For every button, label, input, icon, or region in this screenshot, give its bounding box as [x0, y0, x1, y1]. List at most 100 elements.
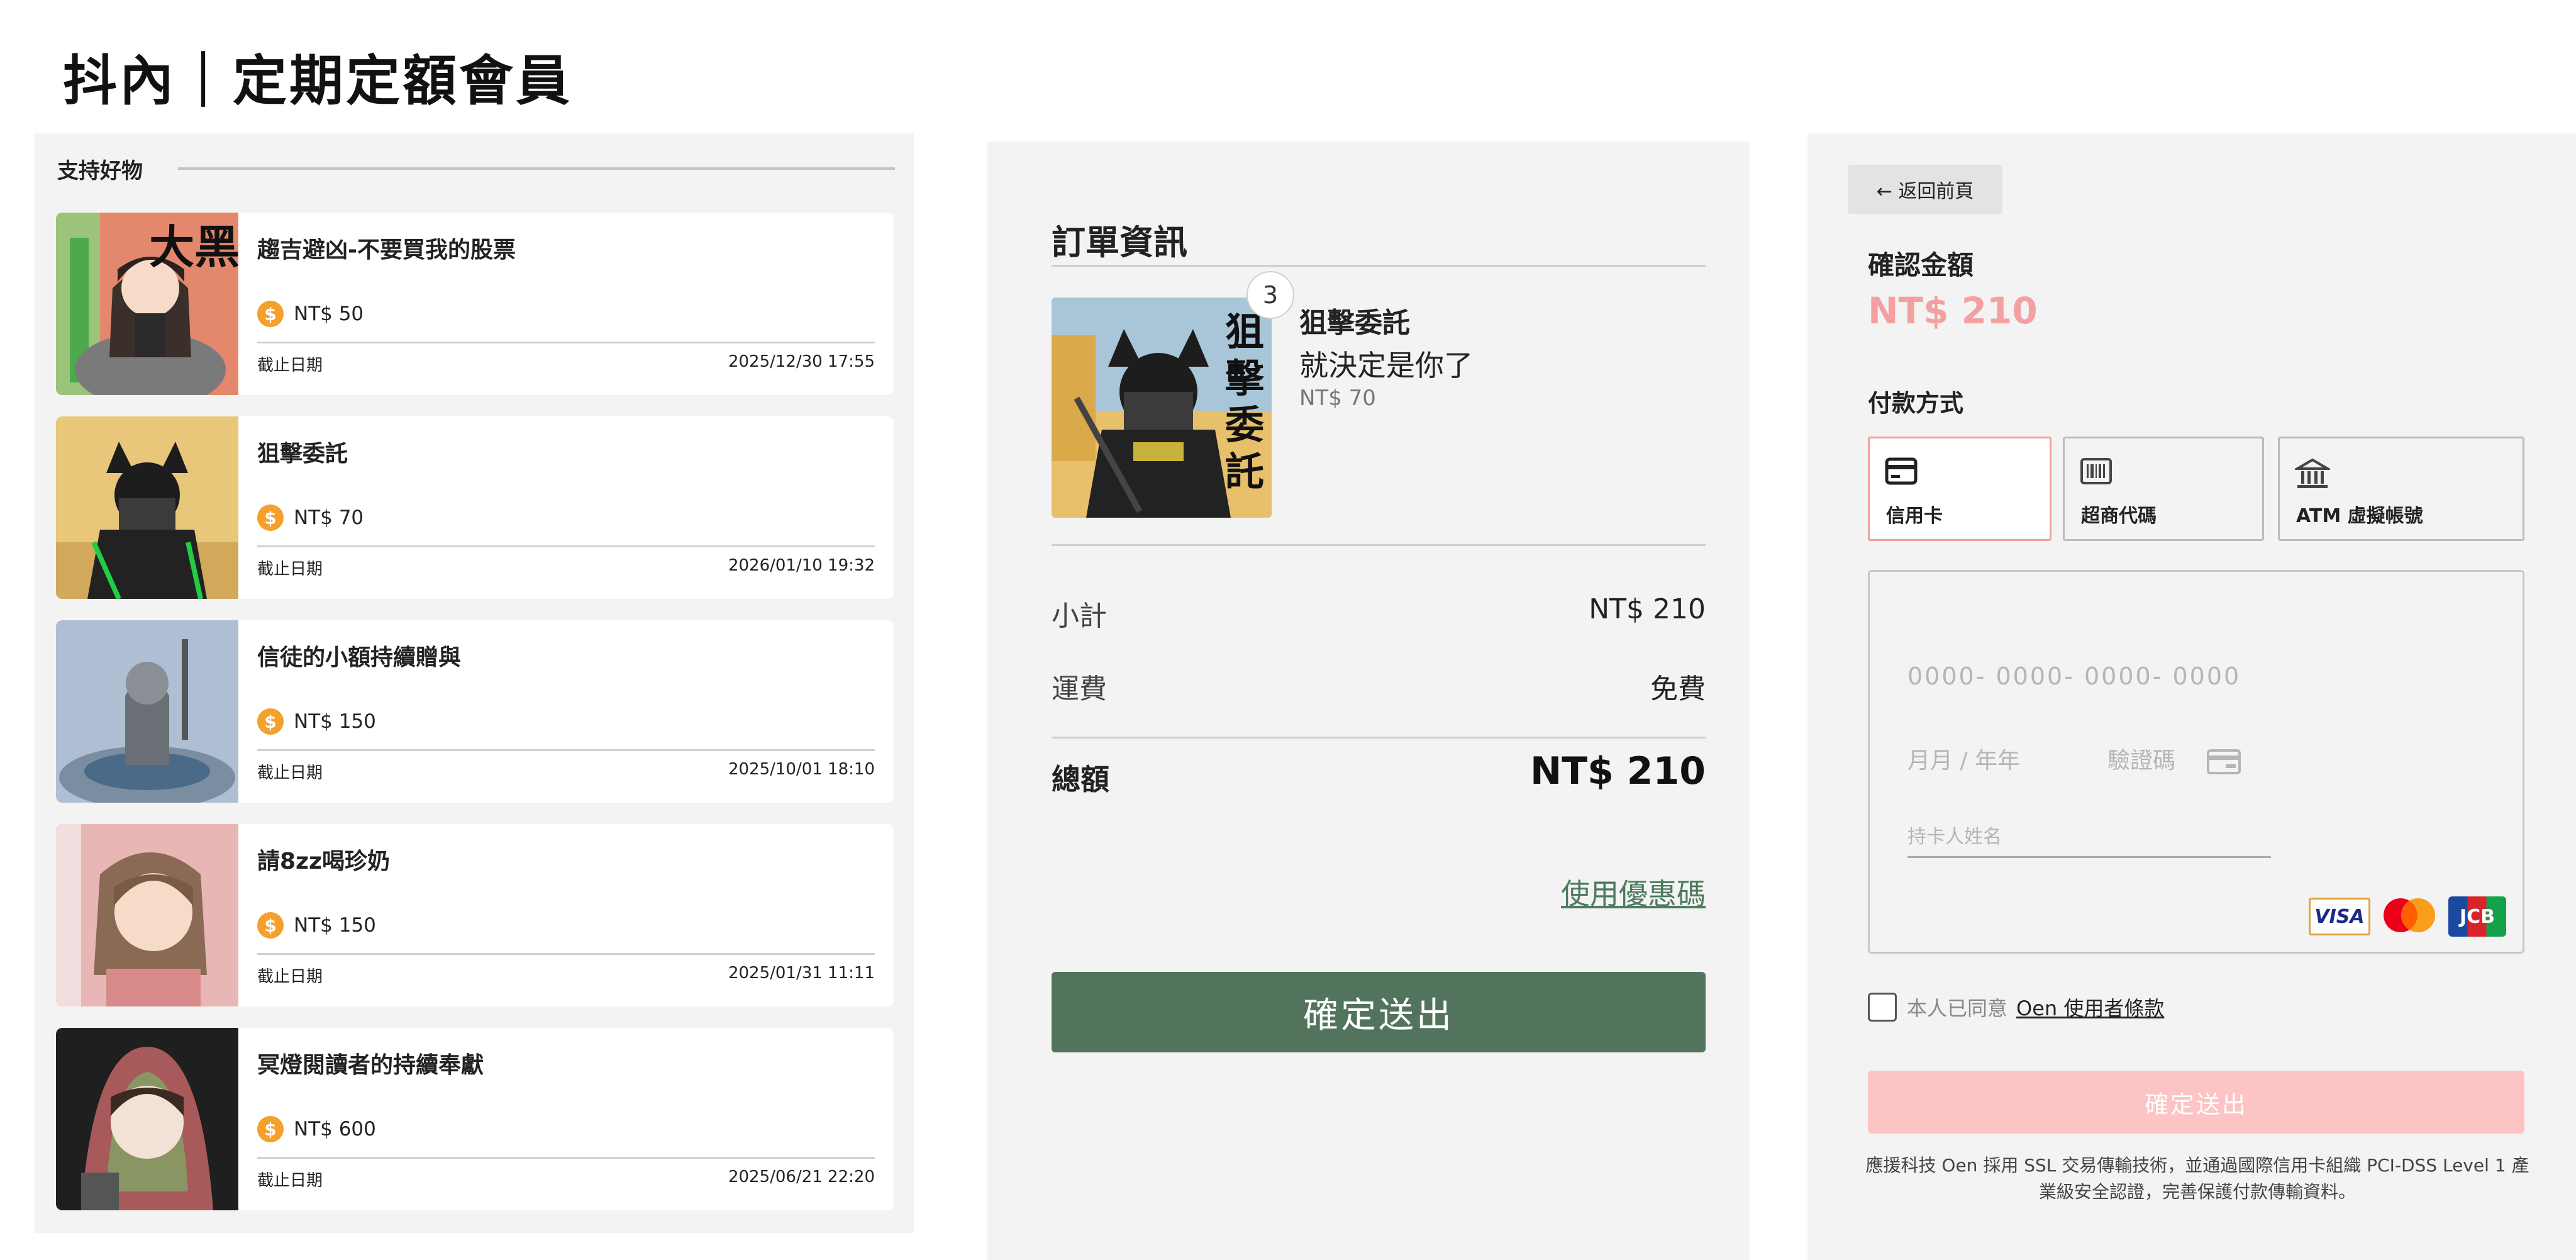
product-thumbnail [56, 416, 238, 599]
product-price: NT$ 150 [294, 710, 376, 733]
coin-icon: $ [257, 505, 284, 531]
credit-card-icon [1885, 457, 1918, 488]
product-price-row: $ NT$ 150 [257, 912, 376, 939]
jcb-logo-icon: JCB [2448, 896, 2506, 937]
product-name: 冥燈閱讀者的持續奉獻 [257, 1052, 484, 1078]
deadline-value: 2025/10/01 18:10 [728, 760, 875, 779]
bank-icon [2292, 457, 2333, 493]
terms-link[interactable]: Oen 使用者條款 [2016, 993, 2164, 1022]
payment-method-label-text: 超商代碼 [2081, 505, 2157, 527]
product-price-row: $ NT$ 70 [257, 505, 364, 531]
terms-checkbox[interactable] [1868, 993, 1897, 1022]
product-thumbnail [56, 824, 238, 1006]
page-title: 抖內｜定期定額會員 [63, 50, 572, 113]
card-cvc-input[interactable] [2107, 740, 2208, 781]
deadline-value: 2025/01/31 11:11 [728, 964, 875, 983]
payment-method-atm[interactable]: ATM 虛擬帳號 [2278, 437, 2524, 541]
deadline-value: 2025/12/30 17:55 [728, 352, 875, 371]
product-card[interactable]: 冥燈閱讀者的持續奉獻 $ NT$ 600 截止日期 2025/06/21 22:… [56, 1028, 894, 1210]
summary-divider [1052, 737, 1706, 739]
deadline-label: 截止日期 [257, 560, 323, 579]
total-label: 總額 [1052, 762, 1109, 796]
security-note: 應援科技 Oen 採用 SSL 交易傳輸技術，並通過國際信用卡組織 PCI-DS… [1865, 1155, 2529, 1202]
card-divider [257, 342, 875, 343]
card-number-input[interactable] [1907, 656, 2411, 696]
shipping-label: 運費 [1052, 673, 1107, 705]
payment-method-label-text: ATM 虛擬帳號 [2296, 505, 2423, 527]
payment-method-label-text: 信用卡 [1886, 505, 1943, 527]
product-price: NT$ 600 [294, 1118, 376, 1140]
order-item-thumbnail: 狙擊委託 [1052, 298, 1272, 518]
order-item-divider [1052, 544, 1706, 546]
coin-icon: $ [257, 301, 284, 327]
products-section-header: 支持好物 [57, 156, 895, 184]
card-brands: VISA JCB [2309, 896, 2506, 937]
card-expiry-input[interactable] [1907, 740, 2071, 781]
terms-agreement-row: 本人已同意 Oen 使用者條款 [1868, 993, 2164, 1022]
products-section-title: 支持好物 [57, 158, 143, 184]
payment-method-convenience-store[interactable]: 超商代碼 [2063, 437, 2264, 541]
card-divider [257, 545, 875, 547]
product-price: NT$ 70 [294, 506, 364, 529]
coin-icon: $ [257, 1116, 284, 1142]
visa-logo-icon: VISA [2309, 898, 2370, 935]
subtotal-value: NT$ 210 [1589, 593, 1706, 625]
order-panel: 訂單資訊 狙擊委託 3 狙擊委託 就決定是你了 NT$ 70 小計 NT$ 21… [987, 142, 1750, 1260]
terms-agree-text: 本人已同意 [1907, 996, 2008, 1020]
product-thumbnail [56, 1028, 238, 1210]
jcb-logo-text: JCB [2459, 905, 2496, 928]
payment-panel: ← 返回前頁 確認金額 NT$ 210 付款方式 信用卡 超商代碼 ATM 虛擬… [1807, 133, 2576, 1260]
cardholder-name-input[interactable] [1907, 820, 2260, 854]
deadline-label: 截止日期 [257, 764, 323, 783]
card-divider [257, 1157, 875, 1159]
order-title-divider [1052, 265, 1706, 267]
card-divider [257, 953, 875, 955]
product-price: NT$ 150 [294, 914, 376, 937]
order-submit-button[interactable]: 確定送出 [1052, 972, 1706, 1052]
order-item-price: NT$ 70 [1299, 386, 1376, 411]
quantity-badge: 3 [1246, 271, 1294, 319]
mastercard-logo-icon [2379, 896, 2440, 937]
product-thumbnail [56, 620, 238, 803]
visa-logo-text: VISA [2314, 905, 2365, 928]
confirm-amount-label: 確認金額 [1868, 250, 1974, 281]
deadline-value: 2026/01/10 19:32 [728, 556, 875, 575]
payment-method-label: 付款方式 [1868, 389, 1964, 417]
products-panel: 支持好物 大黑K 趨吉避凶-不要買我的股票 $ NT$ 50 截止日期 2025… [35, 133, 914, 1233]
section-divider [178, 167, 895, 170]
coin-icon: $ [257, 708, 284, 735]
thumb-caption-char: 大黑K [149, 221, 238, 274]
product-thumbnail: 大黑K [56, 213, 238, 395]
product-price: NT$ 50 [294, 303, 364, 325]
product-name: 狙擊委託 [257, 441, 348, 467]
deadline-label: 截止日期 [257, 356, 323, 375]
product-price-row: $ NT$ 50 [257, 301, 364, 327]
deadline-value: 2025/06/21 22:20 [728, 1168, 875, 1186]
product-card[interactable]: 信徒的小額持續贈與 $ NT$ 150 截止日期 2025/10/01 18:1… [56, 620, 894, 803]
order-title: 訂單資訊 [1052, 223, 1187, 262]
product-name: 趨吉避凶-不要買我的股票 [257, 237, 516, 263]
product-price-row: $ NT$ 150 [257, 708, 376, 735]
order-item-plan: 就決定是你了 [1299, 348, 1473, 382]
product-name: 請8zz喝珍奶 [257, 849, 390, 874]
cardholder-underline [1907, 856, 2271, 858]
deadline-label: 截止日期 [257, 1171, 323, 1190]
shipping-value: 免費 [1650, 673, 1706, 705]
coupon-link[interactable]: 使用優惠碼 [1561, 871, 1706, 913]
payment-submit-button[interactable]: 確定送出 [1868, 1071, 2524, 1134]
card-divider [257, 749, 875, 751]
order-thumb-caption: 狙擊委託 [1224, 309, 1264, 494]
cvc-card-icon [2207, 749, 2241, 777]
payment-method-credit-card[interactable]: 信用卡 [1868, 437, 2051, 541]
deadline-label: 截止日期 [257, 967, 323, 986]
product-card[interactable]: 請8zz喝珍奶 $ NT$ 150 截止日期 2025/01/31 11:11 [56, 824, 894, 1006]
product-card[interactable]: 大黑K 趨吉避凶-不要買我的股票 $ NT$ 50 截止日期 2025/12/3… [56, 213, 894, 395]
product-name: 信徒的小額持續贈與 [257, 645, 462, 671]
order-item-name: 狙擊委託 [1299, 307, 1410, 339]
coin-icon: $ [257, 912, 284, 939]
product-card[interactable]: 狙擊委託 $ NT$ 70 截止日期 2026/01/10 19:32 [56, 416, 894, 599]
barcode-icon [2080, 457, 2112, 488]
back-button[interactable]: ← 返回前頁 [1848, 165, 2002, 214]
confirm-amount-value: NT$ 210 [1868, 289, 2038, 332]
total-value: NT$ 210 [1530, 749, 1706, 793]
